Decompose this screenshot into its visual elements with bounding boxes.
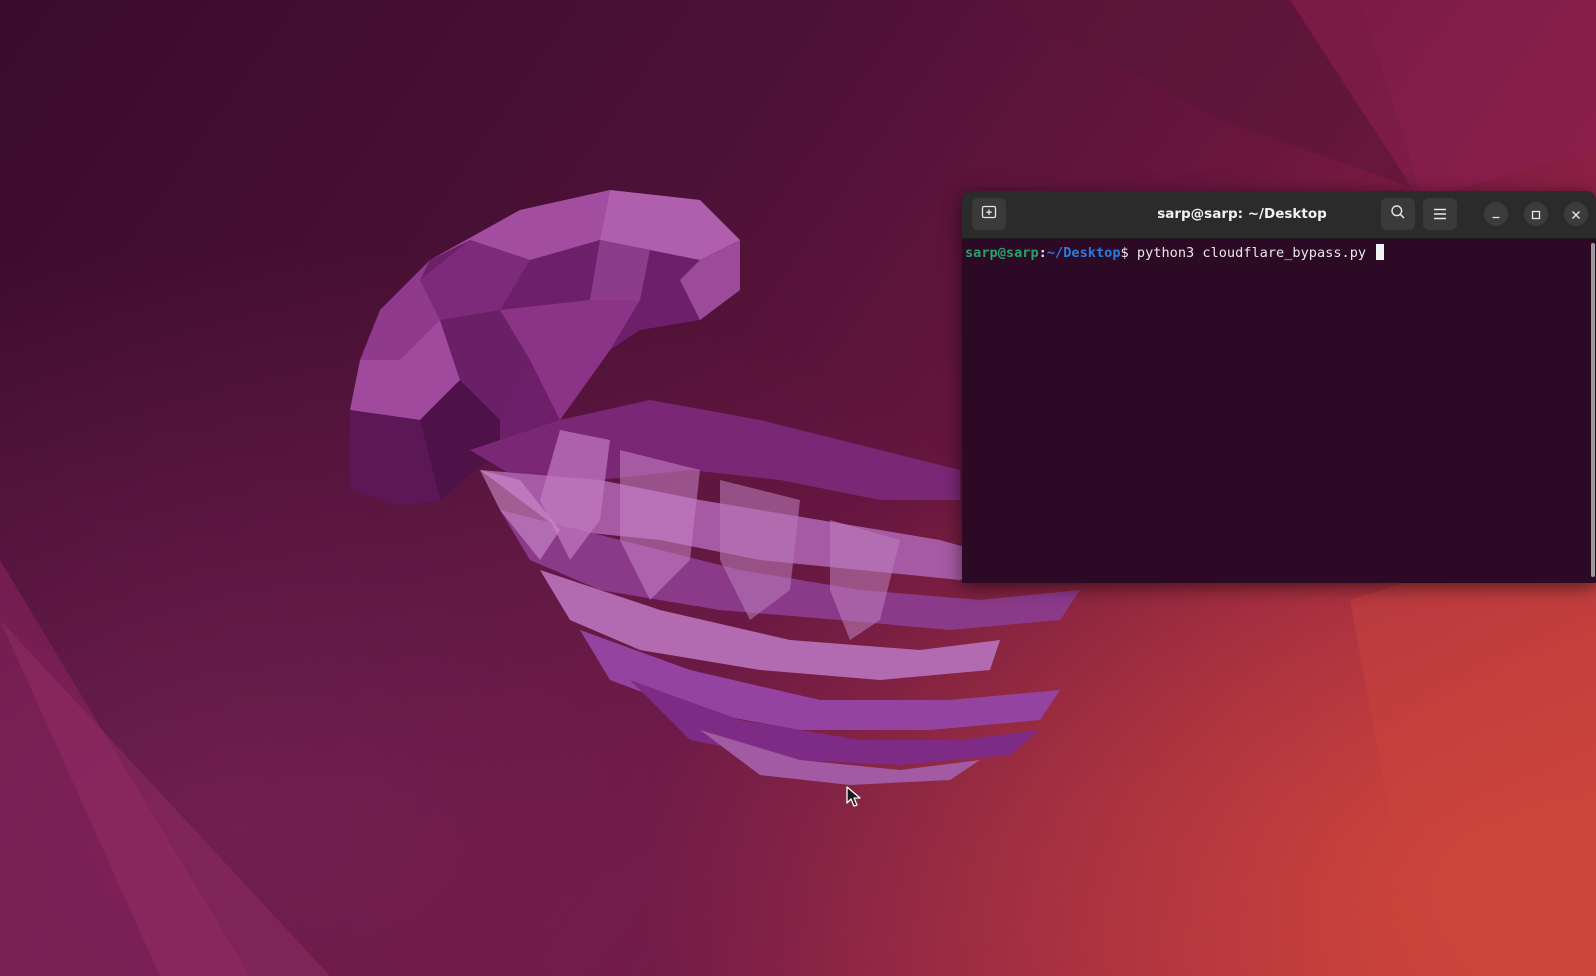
- scrollbar[interactable]: [1591, 243, 1595, 577]
- prompt-dollar: $: [1120, 245, 1137, 261]
- terminal-titlebar[interactable]: sarp@sarp: ~/Desktop: [962, 191, 1596, 239]
- hamburger-menu-icon: [1433, 205, 1447, 224]
- maximize-icon: [1531, 205, 1541, 224]
- close-button[interactable]: [1564, 202, 1588, 226]
- maximize-button[interactable]: [1524, 202, 1548, 226]
- prompt-colon: :: [1038, 245, 1047, 261]
- menu-button[interactable]: [1423, 198, 1457, 230]
- prompt-path: ~/Desktop: [1046, 245, 1121, 261]
- command-line: sarp@sarp:~/Desktop$ python3 cloudflare_…: [965, 244, 1385, 262]
- desktop: sarp@sarp: ~/Desktop sarp@sarp:~/Desktop…: [0, 0, 1596, 976]
- text-cursor: [1376, 244, 1385, 260]
- mouse-pointer-icon: [846, 786, 861, 807]
- prompt-user-host: sarp@sarp: [965, 245, 1039, 261]
- terminal-window[interactable]: sarp@sarp: ~/Desktop sarp@sarp:~/Desktop…: [962, 191, 1596, 583]
- search-icon: [1390, 204, 1406, 224]
- search-button[interactable]: [1381, 198, 1415, 230]
- new-tab-button[interactable]: [972, 198, 1006, 230]
- minimize-button[interactable]: [1484, 202, 1508, 226]
- terminal-output-area[interactable]: sarp@sarp:~/Desktop$ python3 cloudflare_…: [962, 239, 1596, 583]
- new-tab-icon: [981, 204, 997, 224]
- window-title: sarp@sarp: ~/Desktop: [1157, 206, 1327, 222]
- close-icon: [1571, 205, 1581, 224]
- typed-command: python3 cloudflare_bypass.py: [1136, 245, 1375, 261]
- minimize-icon: [1491, 205, 1501, 224]
